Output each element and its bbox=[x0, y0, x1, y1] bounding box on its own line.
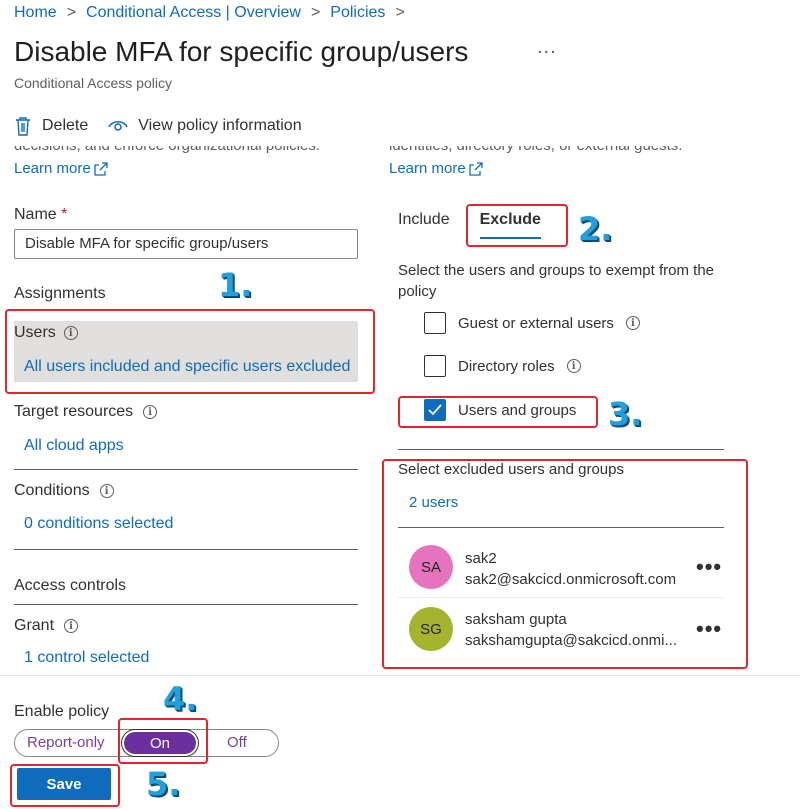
info-icon: i bbox=[64, 619, 79, 633]
annotation-box-on bbox=[118, 718, 208, 764]
guest-external-checkbox-row[interactable]: Guest or external users i bbox=[424, 312, 640, 334]
view-policy-info-label: View policy information bbox=[138, 117, 302, 134]
external-link-icon bbox=[94, 161, 108, 176]
step-marker-2: 2. bbox=[578, 210, 613, 248]
assignments-heading: Assignments bbox=[14, 285, 106, 302]
target-resources-label: Target resources bbox=[14, 403, 134, 420]
view-policy-info-button[interactable]: View policy information bbox=[108, 117, 302, 135]
annotation-box-exclude bbox=[466, 204, 568, 247]
trash-icon bbox=[16, 117, 30, 136]
external-link-icon bbox=[469, 161, 483, 176]
eye-icon bbox=[108, 121, 128, 131]
conditions-label-group: Conditions i bbox=[14, 482, 114, 500]
info-icon: i bbox=[143, 405, 158, 419]
name-label-text: Name bbox=[14, 206, 57, 223]
breadcrumb: Home > Conditional Access | Overview > P… bbox=[14, 4, 405, 22]
learn-more-label: Learn more bbox=[14, 160, 91, 177]
annotation-box-users bbox=[5, 309, 375, 394]
annotation-box-users-groups bbox=[398, 396, 598, 428]
guest-external-label: Guest or external users bbox=[458, 314, 614, 332]
right-learn-more-link[interactable]: Learn more bbox=[389, 160, 483, 177]
name-label: Name * bbox=[14, 206, 67, 224]
annotation-box-save bbox=[10, 764, 120, 807]
exclude-description: Select the users and groups to exempt fr… bbox=[398, 262, 715, 300]
chevron-right-icon: > bbox=[395, 4, 405, 21]
footer-divider bbox=[0, 675, 800, 676]
command-bar: Delete View policy information bbox=[14, 116, 322, 136]
step-marker-3: 3. bbox=[608, 395, 643, 433]
divider bbox=[14, 469, 358, 470]
step-marker-4: 4. bbox=[163, 680, 198, 718]
report-only-option[interactable]: Report-only bbox=[27, 734, 105, 751]
divider bbox=[398, 449, 724, 450]
step-marker-5: 5. bbox=[146, 765, 181, 803]
learn-more-label: Learn more bbox=[389, 160, 466, 177]
page-title: Disable MFA for specific group/users bbox=[14, 36, 469, 67]
breadcrumb-ca-overview[interactable]: Conditional Access | Overview bbox=[86, 4, 301, 22]
directory-roles-checkbox[interactable] bbox=[424, 355, 446, 377]
grant-value-link[interactable]: 1 control selected bbox=[24, 649, 149, 667]
breadcrumb-home[interactable]: Home bbox=[14, 4, 57, 22]
conditions-label: Conditions bbox=[14, 482, 90, 499]
access-controls-heading: Access controls bbox=[14, 577, 127, 594]
step-marker-1: 1. bbox=[218, 266, 253, 304]
policy-name-input[interactable]: Disable MFA for specific group/users bbox=[14, 229, 358, 259]
target-resources-value-link[interactable]: All cloud apps bbox=[24, 437, 124, 455]
left-learn-more-link[interactable]: Learn more bbox=[14, 160, 108, 177]
annotation-box-excluded-users bbox=[382, 459, 748, 669]
divider bbox=[14, 549, 358, 550]
page-subtitle: Conditional Access policy bbox=[14, 75, 172, 91]
directory-roles-label: Directory roles bbox=[458, 357, 555, 375]
directory-roles-checkbox-row[interactable]: Directory roles i bbox=[424, 355, 581, 377]
info-icon: i bbox=[625, 316, 640, 330]
off-option[interactable]: Off bbox=[227, 734, 247, 751]
delete-label: Delete bbox=[42, 117, 89, 134]
breadcrumb-policies[interactable]: Policies bbox=[330, 4, 385, 22]
left-description-cut: decisions, and enforce organizational po… bbox=[14, 146, 320, 157]
tab-include[interactable]: Include bbox=[398, 211, 450, 229]
chevron-right-icon: > bbox=[310, 4, 321, 21]
info-icon: i bbox=[99, 484, 114, 498]
delete-button[interactable]: Delete bbox=[14, 116, 88, 136]
grant-label-group: Grant i bbox=[14, 617, 79, 635]
conditions-value-link[interactable]: 0 conditions selected bbox=[24, 515, 173, 533]
grant-label: Grant bbox=[14, 617, 55, 634]
more-options-icon[interactable]: ... bbox=[537, 36, 557, 59]
guest-external-checkbox[interactable] bbox=[424, 312, 446, 334]
enable-policy-label: Enable policy bbox=[14, 703, 110, 720]
target-resources-label-group: Target resources i bbox=[14, 403, 158, 421]
right-description-cut: identities, directory roles, or external… bbox=[389, 146, 682, 157]
info-icon: i bbox=[566, 359, 581, 373]
chevron-right-icon: > bbox=[66, 4, 77, 21]
required-asterisk: * bbox=[61, 206, 68, 223]
divider bbox=[14, 604, 358, 605]
